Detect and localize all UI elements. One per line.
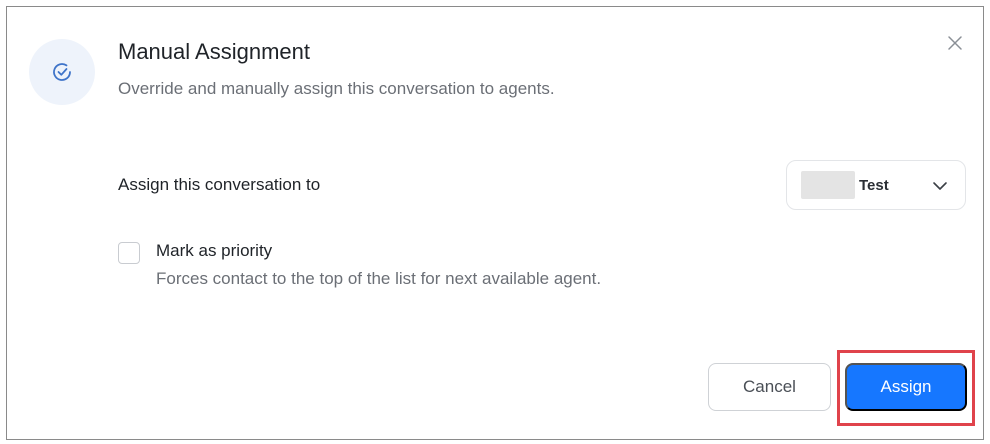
dialog-subtitle: Override and manually assign this conver… <box>118 79 555 98</box>
check-circle-icon <box>29 39 95 105</box>
cancel-button[interactable]: Cancel <box>708 363 831 411</box>
priority-description: Forces contact to the top of the list fo… <box>156 269 602 288</box>
priority-checkbox[interactable] <box>118 242 140 264</box>
assign-to-label: Assign this conversation to <box>118 175 321 194</box>
priority-label: Mark as priority <box>156 241 273 260</box>
agent-avatar <box>801 171 855 199</box>
manual-assignment-dialog: Manual Assignment Override and manually … <box>6 6 984 440</box>
dialog-title: Manual Assignment <box>118 39 310 64</box>
close-icon[interactable] <box>943 31 967 55</box>
selected-agent-name: Test <box>859 176 889 194</box>
agent-select-dropdown[interactable]: Test <box>786 160 966 210</box>
assign-button[interactable]: Assign <box>845 363 967 411</box>
chevron-down-icon <box>931 177 949 195</box>
